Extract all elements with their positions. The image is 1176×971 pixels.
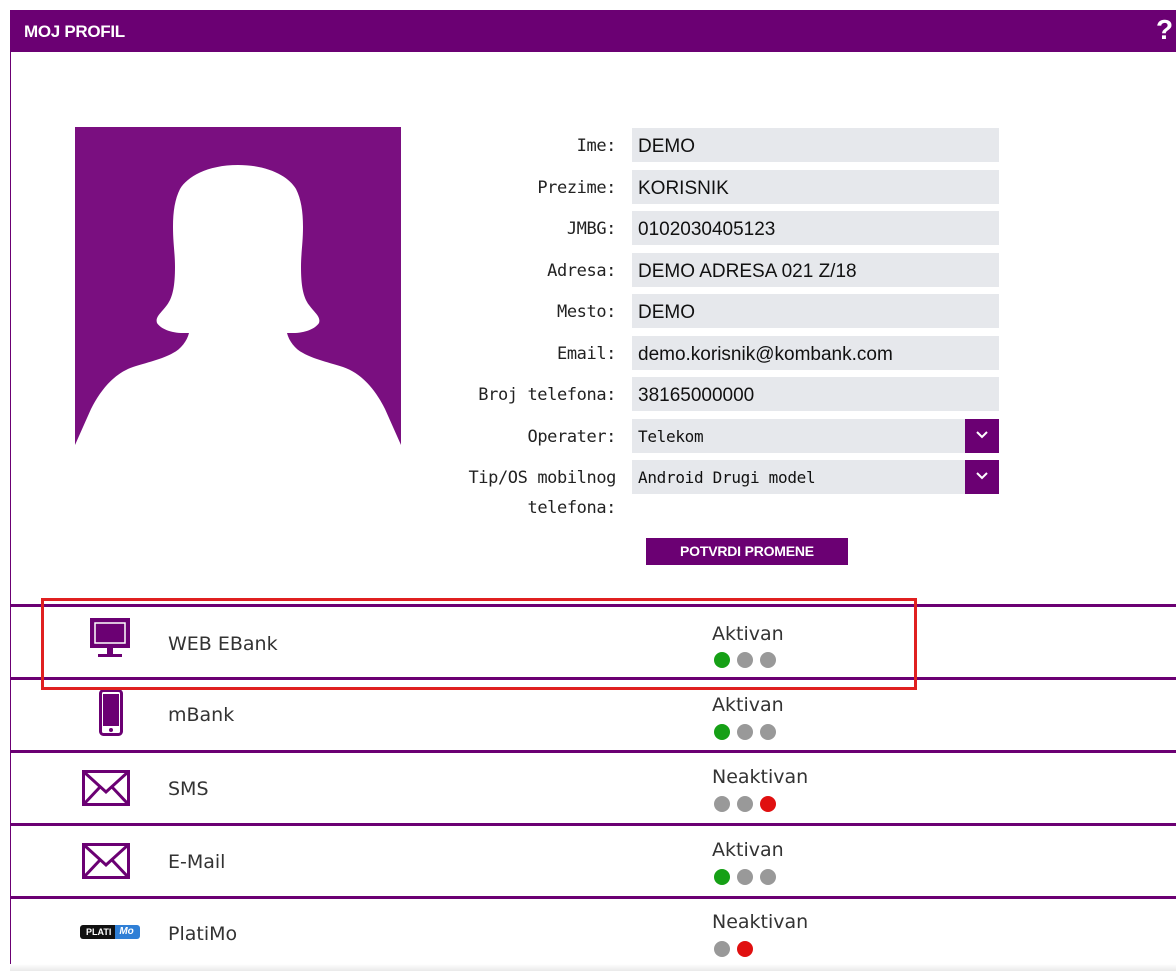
status-indicator <box>714 724 783 743</box>
service-row-platimo[interactable]: PLATI Mo PlatiMo Neaktivan <box>10 896 1176 966</box>
label-tip-os-line2: telefona: <box>527 498 616 518</box>
service-status: Aktivan <box>712 839 784 861</box>
jmbg-field[interactable]: 0102030405123 <box>632 211 999 245</box>
status-dot-grey <box>737 652 753 668</box>
mobile-phone-icon <box>99 689 123 741</box>
service-status: Neaktivan <box>712 766 809 788</box>
status-dot-red <box>737 941 753 957</box>
monitor-icon <box>90 618 130 664</box>
avatar <box>75 127 401 453</box>
row-divider <box>10 823 1176 826</box>
help-icon[interactable]: ? <box>1156 14 1176 46</box>
status-indicator <box>714 796 783 815</box>
status-dot-grey <box>737 796 753 812</box>
status-dot-green <box>714 652 730 668</box>
phone-field[interactable]: 38165000000 <box>632 377 999 411</box>
label-adresa: Adresa: <box>547 261 616 281</box>
service-status: Neaktivan <box>712 911 809 933</box>
status-indicator <box>714 941 760 960</box>
envelope-icon <box>82 770 130 810</box>
platimo-logo-mo: Mo <box>115 925 140 939</box>
operater-selected-value: Telekom <box>638 427 704 446</box>
platimo-logo-plati: PLATI <box>80 925 116 939</box>
label-operater: Operater: <box>527 427 616 447</box>
service-name: PlatiMo <box>168 923 238 945</box>
prezime-field[interactable]: KORISNIK <box>632 170 999 204</box>
tip-os-select[interactable]: Android Drugi model <box>632 460 999 494</box>
label-broj-telefona: Broj telefona: <box>478 385 616 405</box>
label-prezime: Prezime: <box>537 178 616 198</box>
status-dot-grey <box>737 724 753 740</box>
label-jmbg: JMBG: <box>566 219 617 239</box>
status-dot-grey <box>737 869 753 885</box>
status-dot-grey <box>760 724 776 740</box>
email-field[interactable]: demo.korisnik@kombank.com <box>632 336 999 370</box>
status-dot-grey <box>760 869 776 885</box>
confirm-changes-button[interactable]: POTVRDI PROMENE <box>646 538 848 565</box>
service-name: E-Mail <box>168 851 226 873</box>
service-name: mBank <box>168 704 235 726</box>
ime-field[interactable]: DEMO <box>632 128 999 162</box>
service-row-web-ebank[interactable]: WEB EBank Aktivan <box>10 604 1176 674</box>
row-divider <box>10 677 1176 680</box>
profile-header: MOJ PROFIL ? <box>10 10 1176 52</box>
page-title: MOJ PROFIL <box>24 22 125 41</box>
service-name: WEB EBank <box>168 633 278 655</box>
status-dot-grey <box>714 941 730 957</box>
status-dot-grey <box>714 796 730 812</box>
chevron-down-icon[interactable] <box>965 419 999 453</box>
mesto-field[interactable]: DEMO <box>632 294 999 328</box>
status-indicator <box>714 652 783 671</box>
label-ime: Ime: <box>576 136 617 156</box>
row-divider <box>10 896 1176 899</box>
status-dot-grey <box>760 652 776 668</box>
service-status: Aktivan <box>712 694 784 716</box>
operater-select[interactable]: Telekom <box>632 419 999 453</box>
adresa-field[interactable]: DEMO ADRESA 021 Z/18 <box>632 253 999 287</box>
platimo-logo-icon: PLATI Mo <box>80 925 140 944</box>
status-dot-green <box>714 724 730 740</box>
label-mesto: Mesto: <box>556 302 616 322</box>
status-dot-green <box>714 869 730 885</box>
chevron-down-icon[interactable] <box>965 460 999 494</box>
row-divider <box>10 750 1176 753</box>
service-row-mbank[interactable]: mBank Aktivan <box>10 677 1176 747</box>
status-indicator <box>714 869 783 888</box>
service-row-email[interactable]: E-Mail Aktivan <box>10 823 1176 893</box>
tip-os-selected-value: Android Drugi model <box>638 468 816 487</box>
row-divider <box>10 604 1176 607</box>
status-dot-red <box>760 796 776 812</box>
label-tip-os: Tip/OS mobilnog <box>468 468 616 488</box>
bottom-edge <box>10 964 1176 971</box>
service-status: Aktivan <box>712 623 784 645</box>
label-email: Email: <box>556 344 616 364</box>
envelope-icon <box>82 843 130 883</box>
service-row-sms[interactable]: SMS Neaktivan <box>10 750 1176 820</box>
female-silhouette-icon <box>75 165 401 453</box>
service-name: SMS <box>168 778 209 800</box>
